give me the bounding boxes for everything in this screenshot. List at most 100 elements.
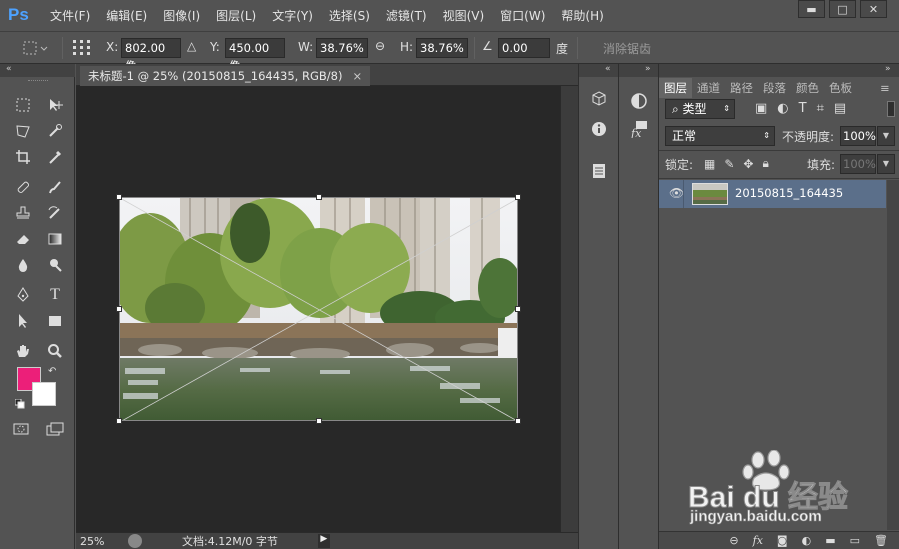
- width-field[interactable]: 38.76%: [316, 38, 368, 58]
- menu-filter[interactable]: 滤镜(T): [386, 0, 435, 32]
- height-field[interactable]: 38.76%: [416, 38, 468, 58]
- styles-icon[interactable]: fx: [627, 118, 651, 140]
- opacity-dropdown-icon[interactable]: ▼: [877, 126, 895, 146]
- panel-collapse-icon[interactable]: »: [619, 64, 659, 77]
- reference-point-icon[interactable]: [72, 39, 92, 60]
- adjustment-layer-icon[interactable]: ◐: [802, 534, 812, 547]
- tab-channels[interactable]: 通道: [692, 78, 725, 98]
- panel-collapse-icon[interactable]: »: [659, 64, 899, 77]
- transform-handle[interactable]: [515, 418, 521, 424]
- menu-help[interactable]: 帮助(H): [561, 0, 611, 32]
- folder-icon[interactable]: ▬: [825, 534, 835, 547]
- layer-filter-select[interactable]: ⌕ 类型 ⇕: [665, 99, 735, 119]
- close-tab-icon[interactable]: ×: [352, 66, 362, 86]
- tab-swatches[interactable]: 色板: [824, 78, 857, 98]
- eyedropper-tool-icon[interactable]: [44, 146, 66, 168]
- 3d-icon[interactable]: [587, 88, 611, 110]
- trash-icon[interactable]: 🗑︎: [874, 534, 888, 547]
- menu-view[interactable]: 视图(V): [443, 0, 493, 32]
- history-brush-tool-icon[interactable]: [44, 202, 66, 224]
- transform-handle[interactable]: [515, 306, 521, 312]
- filter-toggle[interactable]: [887, 101, 895, 117]
- marquee-tool-icon[interactable]: [12, 94, 34, 116]
- background-color-swatch[interactable]: [32, 382, 56, 406]
- eraser-tool-icon[interactable]: [12, 228, 34, 250]
- status-menu-arrow-icon[interactable]: ▶: [317, 534, 330, 548]
- menu-file[interactable]: 文件(F): [50, 0, 98, 32]
- adjustment-filter-icon[interactable]: ◐: [777, 101, 788, 116]
- panel-menu-icon[interactable]: ≡: [875, 78, 895, 98]
- menu-window[interactable]: 窗口(W): [500, 0, 553, 32]
- zoom-tool-icon[interactable]: [44, 340, 66, 362]
- tab-paths[interactable]: 路径: [725, 78, 758, 98]
- quick-mask-icon[interactable]: [10, 418, 32, 440]
- fill-dropdown-icon[interactable]: ▼: [877, 154, 895, 174]
- relative-position-icon[interactable]: △: [187, 39, 196, 53]
- zoom-level[interactable]: 25%: [80, 535, 128, 548]
- brush-tool-icon[interactable]: [44, 176, 66, 198]
- default-colors-icon[interactable]: [14, 398, 25, 409]
- y-field[interactable]: 450.00 像: [225, 38, 285, 73]
- hand-tool-icon[interactable]: [12, 340, 34, 362]
- pen-tool-icon[interactable]: [12, 284, 34, 306]
- shape-filter-icon[interactable]: ⌗: [817, 101, 824, 116]
- menu-edit[interactable]: 编辑(E): [106, 0, 155, 32]
- swap-colors-icon[interactable]: ↶: [48, 366, 56, 377]
- x-field[interactable]: 802.00 像: [121, 38, 181, 73]
- lock-pixels-icon[interactable]: ✎: [724, 157, 734, 171]
- transform-handle[interactable]: [116, 418, 122, 424]
- rectangle-tool-icon[interactable]: [44, 310, 66, 332]
- move-tool-icon[interactable]: [44, 94, 66, 116]
- fx-icon[interactable]: fx: [753, 534, 763, 547]
- opacity-field[interactable]: 100%: [840, 126, 876, 146]
- info-icon[interactable]: [587, 118, 611, 140]
- menu-select[interactable]: 选择(S): [329, 0, 378, 32]
- document-tab[interactable]: 未标题-1 @ 25% (20150815_164435, RGB/8) ×: [80, 66, 371, 86]
- layer-thumbnail[interactable]: [692, 183, 728, 205]
- lock-transparency-icon[interactable]: ▦: [704, 157, 715, 171]
- blur-tool-icon[interactable]: [12, 254, 34, 276]
- fill-field[interactable]: 100%: [840, 154, 876, 174]
- layers-scrollbar[interactable]: [887, 180, 899, 530]
- notes-icon[interactable]: [587, 160, 611, 182]
- angle-field[interactable]: 0.00: [498, 38, 550, 58]
- pixel-filter-icon[interactable]: ▣: [755, 101, 767, 116]
- quick-select-tool-icon[interactable]: [44, 120, 66, 142]
- link-icon[interactable]: ⊖: [375, 39, 385, 53]
- menu-type[interactable]: 文字(Y): [272, 0, 321, 32]
- transform-handle[interactable]: [316, 418, 322, 424]
- panel-collapse-icon[interactable]: «: [0, 64, 75, 77]
- transform-handle[interactable]: [515, 194, 521, 200]
- dodge-tool-icon[interactable]: [44, 254, 66, 276]
- type-filter-icon[interactable]: T: [799, 101, 807, 116]
- menu-image[interactable]: 图像(I): [163, 0, 208, 32]
- status-icon[interactable]: [128, 534, 142, 548]
- tab-layers[interactable]: 图层: [659, 78, 692, 98]
- layer-row[interactable]: 👁︎ 20150815_164435: [659, 180, 886, 208]
- blend-mode-select[interactable]: 正常 ⇕: [665, 126, 775, 146]
- smart-object-filter-icon[interactable]: ▤: [834, 101, 846, 116]
- crop-tool-icon[interactable]: [12, 146, 34, 168]
- lock-position-icon[interactable]: ✥: [743, 157, 753, 171]
- mask-icon[interactable]: ◙: [777, 534, 788, 547]
- screen-mode-icon[interactable]: [44, 418, 66, 440]
- close-button[interactable]: ✕: [860, 0, 887, 18]
- transform-handle[interactable]: [316, 194, 322, 200]
- menu-layer[interactable]: 图层(L): [216, 0, 264, 32]
- link-layers-icon[interactable]: ⊖: [729, 534, 738, 547]
- tab-color[interactable]: 颜色: [791, 78, 824, 98]
- minimize-button[interactable]: ▬: [798, 0, 825, 18]
- lock-all-icon[interactable]: 🔒︎: [762, 156, 768, 171]
- tab-paragraph[interactable]: 段落: [758, 78, 791, 98]
- panel-collapse-icon[interactable]: «: [579, 64, 619, 77]
- canvas-photo-layer[interactable]: [119, 197, 518, 421]
- type-tool-icon[interactable]: T: [44, 284, 66, 306]
- lasso-tool-icon[interactable]: [12, 120, 34, 142]
- new-layer-icon[interactable]: ▭: [850, 534, 860, 547]
- transform-tool-icon[interactable]: [22, 39, 48, 60]
- transform-handle[interactable]: [116, 306, 122, 312]
- clone-stamp-tool-icon[interactable]: [12, 202, 34, 224]
- visibility-eye-icon[interactable]: 👁︎: [669, 186, 684, 200]
- transform-handle[interactable]: [116, 194, 122, 200]
- gradient-tool-icon[interactable]: [44, 228, 66, 250]
